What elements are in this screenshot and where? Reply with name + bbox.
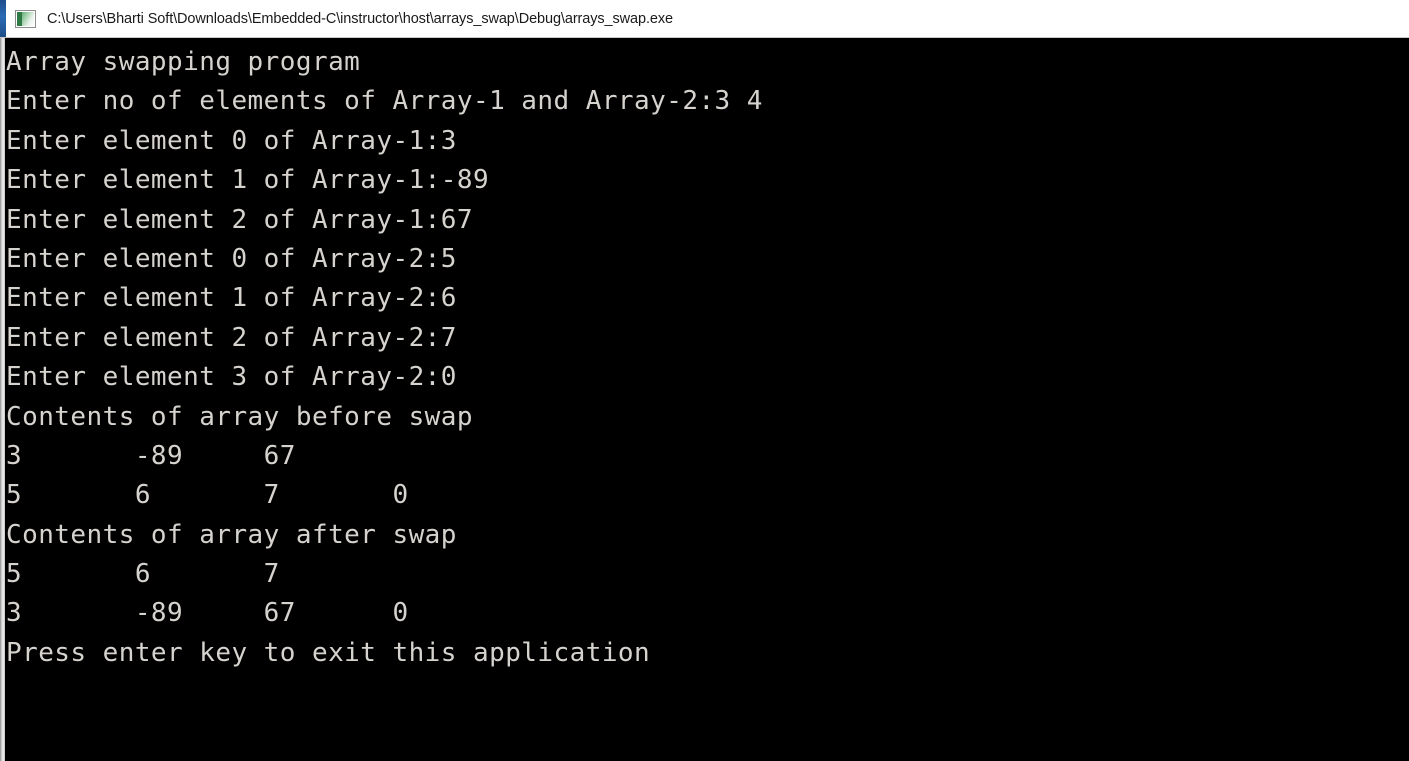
console-line: Contents of array before swap [6, 401, 473, 432]
console-line: Contents of array after swap [6, 519, 457, 550]
console-line: 5 6 7 0 [6, 480, 409, 511]
console-line: Enter no of elements of Array-1 and Arra… [6, 86, 763, 117]
console-line: Enter element 0 of Array-2:5 [6, 243, 457, 274]
console-line: Press enter key to exit this application [6, 637, 651, 668]
console-line: Enter element 2 of Array-1:67 [6, 204, 473, 235]
console-window: C:\Users\Bharti Soft\Downloads\Embedded-… [0, 0, 1409, 761]
console-icon-accent [17, 11, 22, 26]
window-accent-strip [0, 0, 6, 37]
title-bar[interactable]: C:\Users\Bharti Soft\Downloads\Embedded-… [0, 0, 1409, 38]
window-title: C:\Users\Bharti Soft\Downloads\Embedded-… [47, 10, 673, 27]
console-line: 3 -89 67 [6, 440, 296, 471]
console-line: Enter element 2 of Array-2:7 [6, 322, 457, 353]
console-text-buffer: Array swapping program Enter no of eleme… [5, 38, 1409, 761]
console-line: Enter element 0 of Array-1:3 [6, 125, 457, 156]
console-line: 5 6 7 [6, 559, 280, 590]
console-icon[interactable] [15, 9, 36, 28]
console-line: Enter element 1 of Array-2:6 [6, 283, 457, 314]
console-line: 3 -89 67 0 [6, 598, 409, 629]
console-line: Enter element 1 of Array-1:-89 [6, 165, 490, 196]
console-line: Array swapping program [6, 47, 361, 77]
console-output-area[interactable]: Array swapping program Enter no of eleme… [0, 38, 1409, 761]
console-line: Enter element 3 of Array-2:0 [6, 362, 457, 393]
